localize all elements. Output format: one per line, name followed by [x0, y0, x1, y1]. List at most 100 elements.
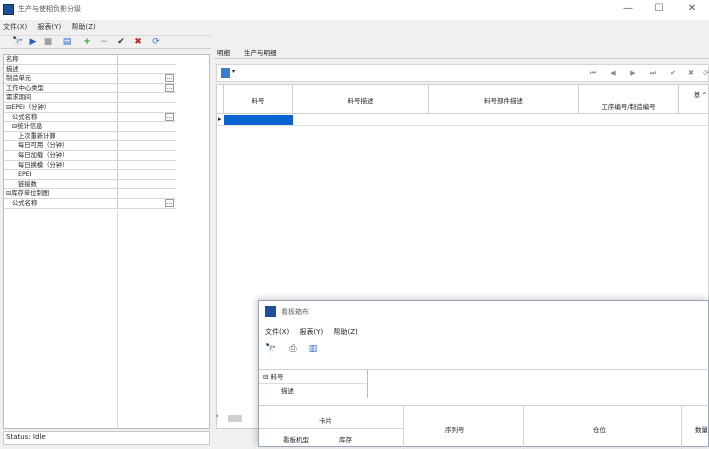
horizontal-scrollbar[interactable]: ‹ [216, 412, 256, 424]
property-row[interactable]: 需求期间 [4, 93, 176, 103]
property-row[interactable]: 每日换模（分钟） [4, 160, 176, 171]
col-process-no[interactable]: 工序编号/制造编号 [579, 85, 679, 113]
grid-menu-icon[interactable] [221, 68, 230, 78]
property-row[interactable]: 链接数 [4, 179, 176, 190]
remove-icon[interactable]: − [98, 36, 110, 48]
property-row[interactable]: 公式名称... [4, 112, 176, 123]
ellipsis-button[interactable]: ... [165, 74, 174, 83]
play-icon[interactable]: ▶ [27, 36, 39, 48]
property-value[interactable] [117, 179, 176, 189]
popup-tree-desc: 描述 [281, 387, 294, 395]
scroll-left-icon[interactable]: ‹ [216, 412, 219, 420]
popup-col-qty[interactable]: 数量 [695, 424, 708, 434]
property-row[interactable]: 每日可用（分钟） [4, 141, 176, 151]
maximize-icon[interactable]: ☐ [649, 2, 669, 16]
property-row[interactable]: 公式名称... [4, 199, 176, 209]
col-part-desc[interactable]: 料号描述 [293, 85, 429, 113]
popup-binoculars-icon[interactable]: 🔭 [265, 343, 277, 355]
prev-record-icon[interactable]: ◀ [608, 68, 618, 78]
dropdown-icon[interactable]: ▾ [232, 68, 235, 75]
property-value-divider [117, 210, 118, 428]
property-row[interactable]: 每日加载（分钟） [4, 151, 176, 161]
property-row[interactable]: 描述 [4, 64, 176, 75]
property-value[interactable]: ... [117, 74, 176, 83]
popup-menu-help[interactable]: 帮助(Z) [333, 328, 357, 336]
property-label: 链接数 [18, 180, 37, 188]
popup-menu-report[interactable]: 报表(Y) [300, 328, 324, 336]
check-icon[interactable]: ✔ [115, 36, 127, 48]
property-label: 每日可用（分钟） [18, 142, 69, 150]
property-row[interactable]: ⊟EPEI（分钟） [4, 103, 176, 113]
property-value[interactable]: ... [117, 83, 176, 93]
menu-report[interactable]: 报表(Y) [38, 23, 62, 31]
grid-row[interactable]: ▸ [217, 114, 709, 126]
popup-col-divider-2 [523, 406, 524, 449]
property-label: 制造单元 [6, 75, 32, 83]
property-row[interactable]: 工作中心类型... [4, 83, 176, 94]
ellipsis-button[interactable]: ... [165, 83, 174, 92]
status-bar: Status: Idle [3, 431, 210, 445]
property-row[interactable]: EPEI [4, 170, 176, 180]
binoculars-icon[interactable]: 🔭 [12, 36, 24, 48]
property-value[interactable]: ... [117, 112, 176, 122]
stop-icon[interactable]: ■ [42, 36, 54, 48]
property-row[interactable]: 制造单元... [4, 74, 176, 84]
menu-help[interactable]: 帮助(Z) [71, 23, 95, 31]
scroll-thumb[interactable] [228, 415, 242, 422]
last-record-icon[interactable]: ⏭ [648, 68, 658, 78]
property-row[interactable]: ⊟库存单位制图 [4, 189, 176, 199]
tab-strip: 明细 生产与明细 [214, 47, 709, 59]
property-row[interactable]: ⊟统计信息 [4, 122, 176, 132]
popup-col-location[interactable]: 仓位 [593, 424, 606, 434]
popup-col-kanban-type[interactable]: 看板机型 [283, 434, 309, 444]
selected-cell[interactable] [224, 115, 293, 125]
save-record-icon[interactable]: ✔ [668, 68, 678, 78]
property-value[interactable] [117, 131, 176, 141]
popup-print-icon[interactable]: ⎙ [287, 343, 299, 355]
property-value[interactable] [117, 151, 176, 160]
next-record-icon[interactable]: ▶ [628, 68, 638, 78]
property-value[interactable] [117, 141, 176, 150]
tab-production-detail[interactable]: 生产与明细 [244, 47, 277, 57]
property-value[interactable] [117, 160, 176, 170]
first-record-icon[interactable]: ⏮ [588, 68, 598, 78]
popup-menu-file[interactable]: 文件(X) [265, 328, 289, 336]
property-label: ⊟EPEI（分钟） [6, 104, 51, 111]
popup-col-inventory[interactable]: 库存 [339, 434, 352, 444]
property-value[interactable]: ... [117, 199, 176, 208]
close-icon[interactable]: ✕ [682, 2, 702, 16]
property-value[interactable] [117, 93, 176, 102]
property-value[interactable] [117, 55, 176, 64]
delete-icon[interactable]: ✖ [132, 36, 144, 48]
property-label: 每日换模（分钟） [18, 161, 69, 169]
menu-file[interactable]: 文件(X) [3, 23, 27, 31]
status-text: Status: Idle [6, 433, 46, 441]
add-icon[interactable]: + [81, 36, 93, 48]
property-value[interactable] [117, 189, 176, 198]
popup-group-header-card: 卡片 [319, 417, 332, 425]
tab-detail[interactable]: 明细 [217, 47, 230, 57]
property-value[interactable] [117, 170, 176, 179]
ellipsis-button[interactable]: ... [165, 112, 174, 121]
property-label: EPEI [18, 171, 32, 179]
col-selector [217, 85, 224, 113]
popup-col-divider-1 [403, 406, 404, 449]
reload-icon[interactable]: ⟳ [701, 68, 709, 78]
property-value[interactable] [117, 103, 176, 112]
property-row[interactable]: 名称 [4, 55, 176, 65]
col-part-component-desc[interactable]: 料号部件描述 [429, 85, 579, 113]
calculator-icon[interactable]: ▤ [61, 36, 73, 48]
popup-col-serial[interactable]: 序列号 [445, 424, 465, 434]
cancel-record-icon[interactable]: ✖ [686, 68, 696, 78]
property-row[interactable]: 上次重新计算 [4, 131, 176, 142]
popup-tree-part-no[interactable]: ⊟ 料号 [263, 371, 284, 381]
popup-report-icon[interactable]: ▥ [307, 343, 319, 355]
ellipsis-button[interactable]: ... [165, 199, 174, 207]
refresh-icon[interactable]: ⟳ [150, 36, 162, 48]
popup-title-bar: 看板箱布 [259, 301, 709, 321]
property-label: ⊟库存单位制图 [6, 190, 50, 198]
col-part-no[interactable]: 料号 [224, 85, 293, 113]
property-value[interactable] [117, 122, 176, 131]
property-value[interactable] [117, 64, 176, 74]
minimize-icon[interactable]: — [618, 2, 638, 16]
